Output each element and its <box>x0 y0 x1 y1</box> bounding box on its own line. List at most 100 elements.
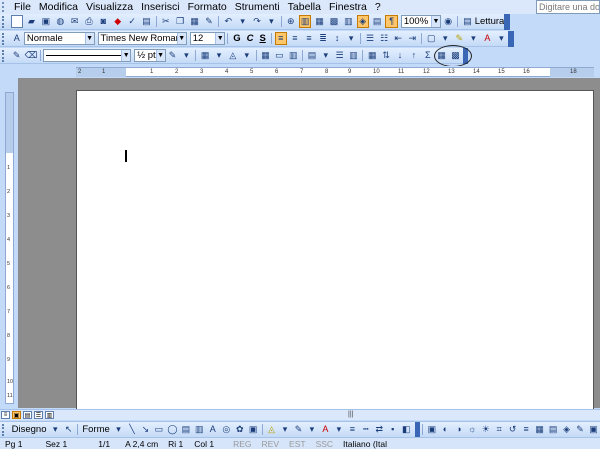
outline-view-icon[interactable]: ☰ <box>34 411 43 419</box>
bullets-icon[interactable]: ☷ <box>378 32 390 45</box>
eraser-icon[interactable]: ⌫ <box>25 49 38 62</box>
text-box-icon[interactable]: ▤ <box>180 423 191 436</box>
increase-indent-icon[interactable]: ⇥ <box>406 32 418 45</box>
justify-icon[interactable]: ≣ <box>317 32 329 45</box>
status-ext[interactable]: EST <box>284 439 311 449</box>
merge-cells-icon[interactable]: ▭ <box>273 49 285 62</box>
shadow-icon[interactable]: ▪ <box>387 423 398 436</box>
rectangle-icon[interactable]: ▭ <box>153 423 164 436</box>
autosum-icon[interactable]: Σ <box>422 49 434 62</box>
draw-dropdown-icon[interactable]: ▾ <box>50 423 61 436</box>
font-color-icon[interactable]: A <box>481 32 493 45</box>
font-size-select[interactable]: 12 ▼ <box>189 32 226 45</box>
brightness-icon[interactable]: ☼ <box>467 423 478 436</box>
font-select[interactable]: Times New Roman ▼ <box>97 32 187 45</box>
shapes-dropdown-icon[interactable]: ▾ <box>113 423 124 436</box>
chevron-down-icon[interactable]: ▼ <box>155 50 165 61</box>
highlight-icon[interactable]: ✎ <box>453 32 465 45</box>
permission-icon[interactable]: ◍ <box>54 15 66 28</box>
font-color-icon[interactable]: A <box>320 423 331 436</box>
reading-layout-icon[interactable]: ▤ <box>461 15 473 28</box>
dash-style-icon[interactable]: ┅ <box>360 423 371 436</box>
menu-finestra[interactable]: Finestra <box>325 0 371 14</box>
dim-icon[interactable]: ☀ <box>480 423 491 436</box>
insert-picture-icon[interactable]: ▣ <box>426 423 437 436</box>
align-cell-icon[interactable]: ▤ <box>306 49 318 62</box>
menu-help[interactable]: ? <box>371 0 385 14</box>
border-dropdown-icon[interactable]: ▾ <box>439 32 451 45</box>
font-color-dropdown-icon[interactable]: ▾ <box>333 423 344 436</box>
align-left-icon[interactable]: ≡ <box>274 32 287 45</box>
toolbar-grip[interactable] <box>2 423 7 436</box>
vertical-ruler[interactable]: 1 2 3 4 5 6 7 8 9 10 11 <box>5 92 14 404</box>
help-icon[interactable]: ◉ <box>442 15 454 28</box>
chevron-down-icon[interactable]: ▼ <box>121 50 131 61</box>
chevron-down-icon[interactable]: ▼ <box>84 33 94 44</box>
toolbar-options-icon[interactable] <box>504 13 511 30</box>
align-right-icon[interactable]: ≡ <box>303 32 315 45</box>
line-weight-icon[interactable]: ≡ <box>520 423 531 436</box>
research-book-icon[interactable]: ▤ <box>140 15 152 28</box>
wordart-icon[interactable]: A <box>207 423 218 436</box>
status-ovr[interactable]: SSC <box>311 439 338 449</box>
menu-modifica[interactable]: Modifica <box>35 0 82 14</box>
hyperlink-icon[interactable]: ⊕ <box>285 15 297 28</box>
paste-icon[interactable]: ▦ <box>188 15 200 28</box>
menu-grip[interactable] <box>2 2 8 12</box>
arrow-style-icon[interactable]: ⇄ <box>374 423 385 436</box>
transparent-color-icon[interactable]: ✎ <box>574 423 585 436</box>
status-language[interactable]: Italiano (Ital <box>338 439 392 449</box>
bold-button[interactable]: G <box>233 33 240 44</box>
menu-visualizza[interactable]: Visualizza <box>82 0 137 14</box>
status-rev[interactable]: REV <box>257 439 284 449</box>
line-color-dropdown-icon[interactable]: ▾ <box>306 423 317 436</box>
align-cell-dropdown-icon[interactable]: ▾ <box>320 49 332 62</box>
shading-icon[interactable]: ◬ <box>227 49 239 62</box>
3d-icon[interactable]: ◧ <box>400 423 411 436</box>
zoom-select[interactable]: 100% ▼ <box>400 15 442 28</box>
line-icon[interactable]: ╲ <box>126 423 137 436</box>
normal-view-icon[interactable]: ≡ <box>1 411 10 419</box>
draw-table-icon[interactable]: ✎ <box>11 49 23 62</box>
reset-picture-icon[interactable]: ▣ <box>588 423 599 436</box>
status-rec[interactable]: REG <box>219 439 256 449</box>
toolbar-options-icon[interactable] <box>508 30 515 47</box>
menu-file[interactable]: File <box>10 0 35 14</box>
format-painter-icon[interactable]: ✎ <box>203 15 215 28</box>
document-map-icon[interactable]: ▤ <box>371 15 383 28</box>
line-style-icon[interactable]: ≡ <box>347 423 358 436</box>
sort-ascending-icon[interactable]: ↓ <box>394 49 406 62</box>
chevron-down-icon[interactable]: ▼ <box>176 33 186 44</box>
insert-table-icon[interactable]: ▦ <box>313 15 325 28</box>
font-color-dropdown-icon[interactable]: ▾ <box>495 32 507 45</box>
text-wrap-icon[interactable]: ▤ <box>547 423 558 436</box>
picture-icon[interactable]: ▣ <box>247 423 258 436</box>
sort-descending-icon[interactable]: ↑ <box>408 49 420 62</box>
scrollbar-thumb[interactable]: ||| <box>348 411 353 418</box>
contrast-icon[interactable]: ◑ <box>453 423 464 436</box>
save-icon[interactable]: ▣ <box>40 15 52 28</box>
underline-button[interactable]: S <box>259 33 265 44</box>
help-search-input[interactable]: Digitare una dom <box>536 0 600 14</box>
new-document-icon[interactable] <box>10 15 24 28</box>
line-spacing-icon[interactable]: ↕ <box>331 32 343 45</box>
document-page[interactable] <box>76 90 594 410</box>
email-icon[interactable]: ✉ <box>68 15 80 28</box>
drawing-icon[interactable]: ◈ <box>356 15 369 28</box>
border-color-dropdown-icon[interactable]: ▾ <box>180 49 192 62</box>
distribute-columns-icon[interactable]: ▥ <box>348 49 360 62</box>
tables-borders-icon[interactable]: ▥ <box>298 15 312 28</box>
research-icon[interactable]: ◆ <box>112 15 124 28</box>
redo-icon[interactable]: ↷ <box>251 15 263 28</box>
align-center-icon[interactable]: ≡ <box>289 32 301 45</box>
borders-icon[interactable]: ▦ <box>199 49 211 62</box>
compress-icon[interactable]: ▦ <box>534 423 545 436</box>
oval-icon[interactable]: ◯ <box>167 423 178 436</box>
horizontal-ruler[interactable]: 2 1 1 2 3 4 5 6 7 8 9 10 11 12 13 14 15 … <box>76 67 594 77</box>
draw-menu-button[interactable]: Disegno <box>12 424 47 435</box>
print-icon[interactable]: ⎙ <box>83 15 95 28</box>
diagram-icon[interactable]: ◎ <box>221 423 232 436</box>
cut-icon[interactable]: ✂ <box>160 15 172 28</box>
print-layout-icon[interactable]: ▤ <box>23 411 32 419</box>
print-preview-icon[interactable]: ◙ <box>97 15 109 28</box>
